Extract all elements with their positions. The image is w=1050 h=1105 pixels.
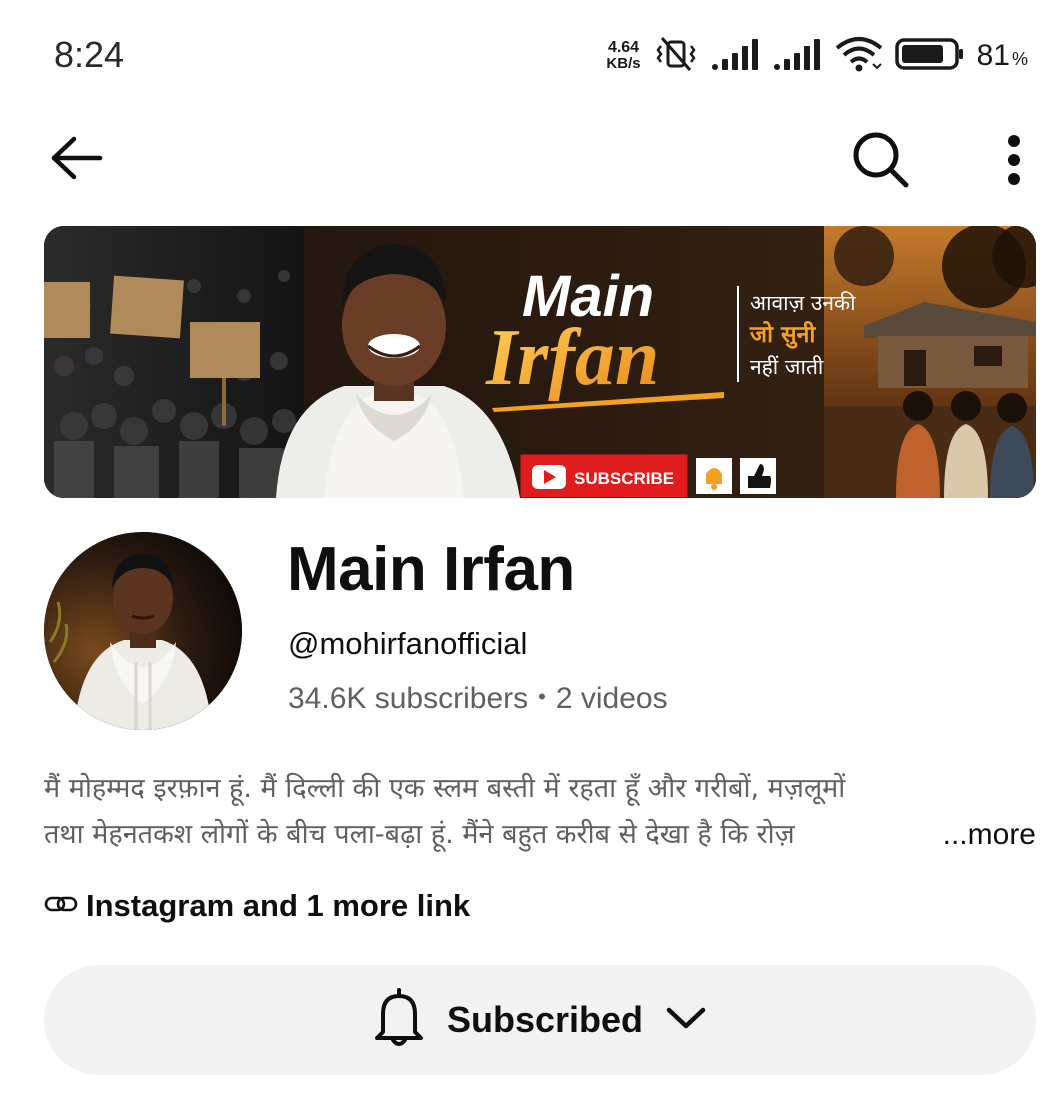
vibrate-off-icon — [653, 34, 699, 79]
description-fade — [846, 812, 936, 858]
banner-title-line2: Irfan — [485, 314, 659, 402]
stats-separator: • — [538, 684, 546, 709]
network-speed: 4.64 KB/s — [606, 40, 640, 72]
links-label: Instagram and 1 more link — [86, 888, 471, 923]
subscribed-button[interactable]: Subscribed — [44, 965, 1036, 1075]
search-icon — [850, 129, 912, 196]
description-line-1: मैं मोहम्मद इरफ़ान हूं. मैं दिल्ली की एक… — [44, 773, 846, 804]
description-more-link[interactable]: ...more — [940, 812, 1036, 858]
channel-stats: 34.6K subscribers • 2 videos — [288, 682, 668, 716]
search-button[interactable] — [846, 130, 916, 194]
wifi-icon — [835, 36, 883, 77]
battery-percent-unit: % — [1011, 49, 1028, 69]
network-speed-value: 4.64 — [607, 39, 640, 56]
banner-tagline-line3: नहीं जाती — [750, 355, 824, 379]
banner-tagline-line2: जो सुनी — [749, 320, 816, 349]
description-line-2-wrap: तथा मेहनतकश लोगों के बीच पला-बढ़ा हूं. म… — [44, 812, 1036, 858]
channel-links[interactable]: Instagram and 1 more link — [44, 884, 470, 928]
signal-icon — [773, 37, 823, 76]
status-bar: 8:24 4.64 KB/s 81 % — [0, 0, 1050, 110]
subscriber-count: 34.6K subscribers — [288, 682, 529, 715]
battery-percent-value: 81 — [976, 39, 1010, 72]
more-options-button[interactable] — [990, 130, 1038, 194]
bell-icon — [373, 987, 425, 1053]
link-icon — [44, 894, 78, 919]
battery-icon — [894, 37, 965, 76]
back-arrow-icon — [48, 134, 104, 187]
description-line-2: तथा मेहनतकश लोगों के बीच पला-बढ़ा हूं. म… — [44, 819, 795, 850]
more-vert-icon — [1006, 134, 1022, 191]
subscribed-label: Subscribed — [446, 999, 644, 1040]
banner-tagline-line1: आवाज़ उनकी — [750, 291, 856, 315]
channel-banner: Main Irfan आवाज़ उनकी जो सुनी नहीं जाती — [44, 226, 1036, 498]
battery-fill — [901, 44, 943, 63]
chevron-down-icon — [665, 1004, 707, 1037]
status-indicators: 4.64 KB/s 81 % — [606, 34, 1028, 78]
video-count: 2 videos — [555, 682, 668, 715]
channel-name: Main Irfan — [287, 535, 575, 604]
battery-percentage: 81% — [977, 39, 1028, 73]
network-speed-unit: KB/s — [606, 55, 641, 72]
channel-handle: @mohirfanofficial — [288, 626, 528, 661]
channel-avatar[interactable] — [44, 532, 242, 730]
channel-description[interactable]: मैं मोहम्मद इरफ़ान हूं. मैं दिल्ली की एक… — [44, 766, 1036, 862]
signal-icon — [711, 37, 761, 76]
banner-subscribe-label: SUBSCRIBE — [574, 469, 674, 488]
back-button[interactable] — [44, 132, 108, 188]
top-app-bar — [0, 120, 1050, 200]
status-time: 8:24 — [54, 34, 125, 75]
